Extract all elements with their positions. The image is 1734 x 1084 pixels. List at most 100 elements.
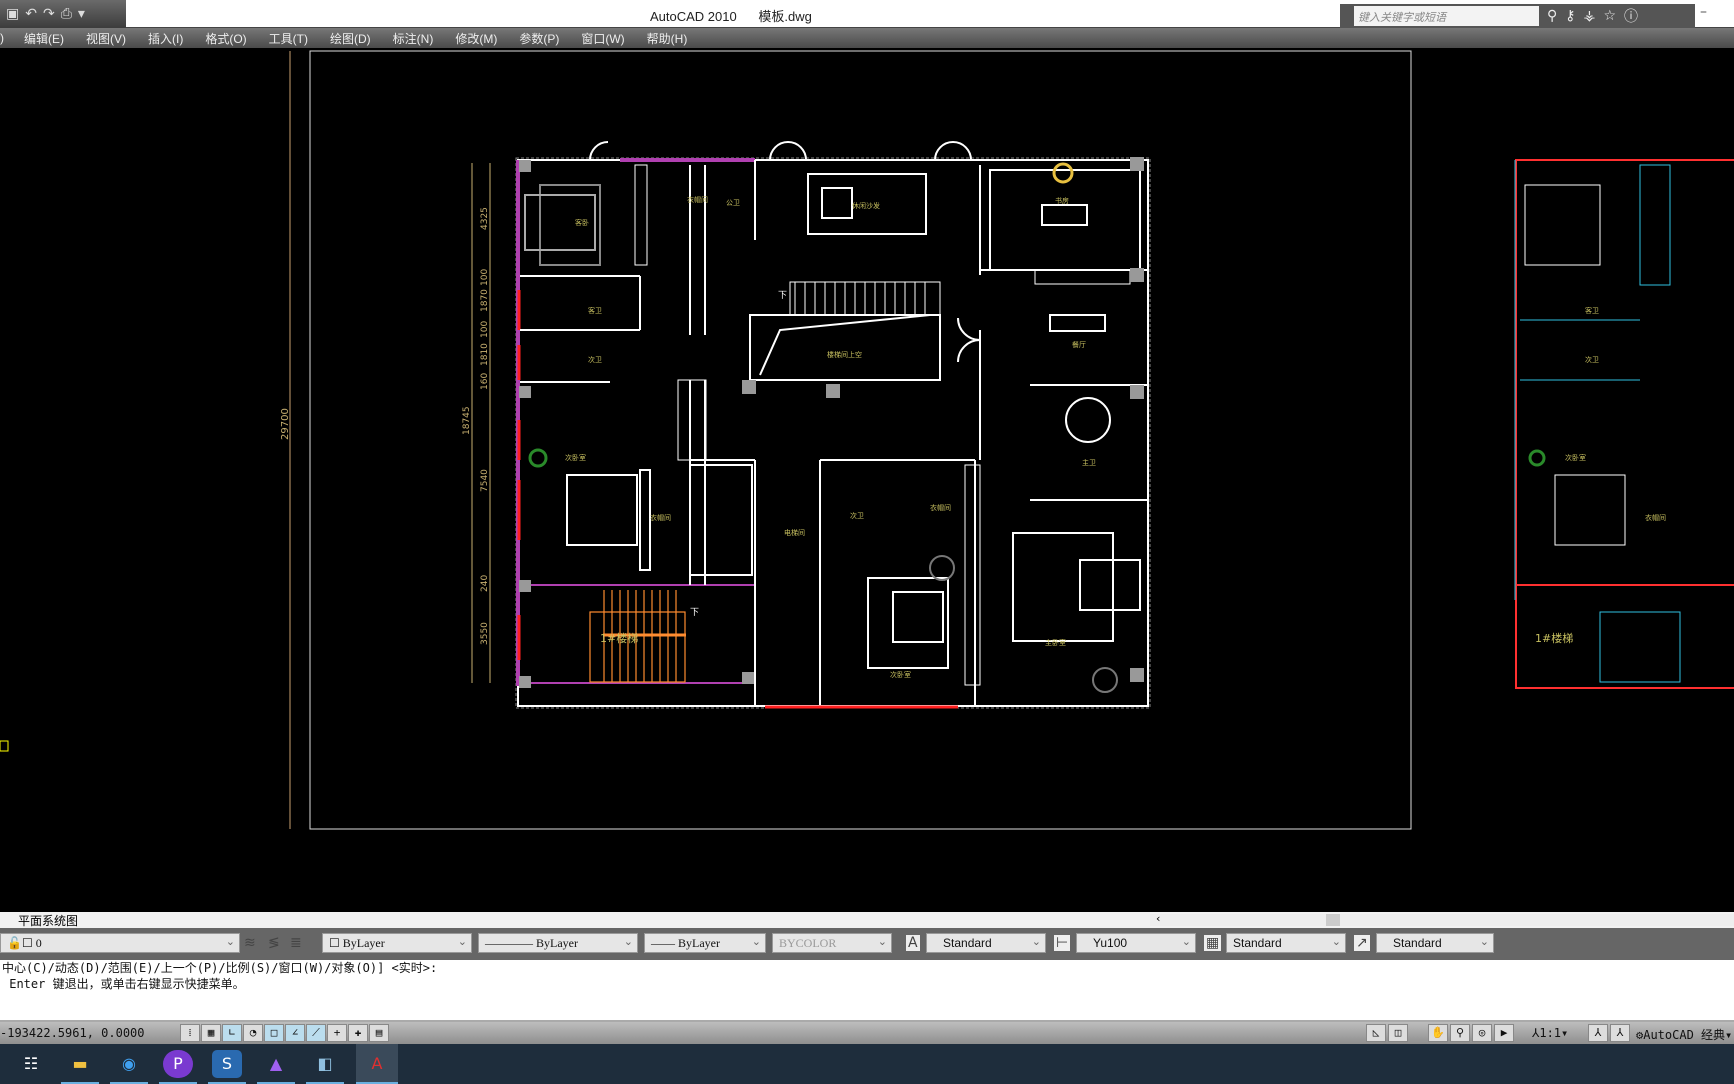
save-icon[interactable]: ▣	[6, 6, 19, 22]
text-style-icon[interactable]: A	[906, 935, 920, 951]
autocad-icon[interactable]: A	[356, 1044, 398, 1084]
text-style-value: Standard	[943, 936, 992, 950]
star-icon[interactable]: ☆	[1603, 8, 1616, 24]
binoculars-icon[interactable]: ⚲	[1547, 8, 1557, 24]
room-label-stair-2: 1#楼梯	[1535, 631, 1573, 645]
title-bar: ▣ ↶ ↷ ⎙ ▾ AutoCAD 2010 模板.dwg 键入关键字或短语 ⚲…	[0, 0, 1734, 28]
file-explorer-icon[interactable]: ▬	[61, 1050, 99, 1084]
otrack-toggle[interactable]: ∠	[285, 1024, 305, 1042]
polar-toggle[interactable]: ◔	[243, 1024, 263, 1042]
dim-style-dropdown[interactable]: Yu100 ⌄	[1076, 933, 1196, 953]
p-app-icon[interactable]: P	[159, 1050, 197, 1084]
menu-format[interactable]: 格式(O)	[205, 30, 246, 47]
plot-icon[interactable]: ⎙	[61, 6, 72, 22]
notes-app-icon[interactable]: ◧	[306, 1050, 344, 1084]
room-label: 次卧室	[890, 670, 911, 679]
image-app-icon[interactable]: ▲	[257, 1050, 295, 1084]
auto-scale-icon[interactable]: ⅄	[1610, 1024, 1630, 1042]
sketchup-icon[interactable]: S	[208, 1050, 246, 1084]
menu-tools[interactable]: 工具(T)	[269, 30, 308, 47]
linetype-value: ByLayer	[536, 936, 578, 950]
layout-icon[interactable]: ◫	[1388, 1024, 1408, 1042]
menu-edit[interactable]: 编辑(E)	[24, 30, 64, 47]
workspace-switch[interactable]: ⚙AutoCAD 经典▾	[1636, 1026, 1732, 1043]
dim-style-icon[interactable]: ⊢	[1054, 935, 1071, 951]
annotation-visibility-icon[interactable]: ⅄	[1588, 1024, 1608, 1042]
command-history-line: 中心(C)/动态(D)/范围(E)/上一个(P)/比例(S)/窗口(W)/对象(…	[2, 961, 438, 975]
room-label: 休闲沙发	[852, 201, 880, 210]
properties-toolbar: 🔓☐ 0 ⌄ ≋ ≶ ≣ ☐ ByLayer ⌄ ———— ByLayer ⌄ —— …	[0, 928, 1734, 960]
menu-modify[interactable]: 修改(M)	[455, 30, 497, 47]
menu-window[interactable]: 窗口(W)	[581, 30, 624, 47]
table-style-dropdown[interactable]: Standard ⌄	[1226, 933, 1346, 953]
linetype-dropdown[interactable]: ———— ByLayer ⌄	[478, 933, 638, 953]
room-label: 主卧室	[1045, 638, 1066, 647]
customize-icon[interactable]: ▾	[78, 6, 85, 22]
text-style-dropdown[interactable]: Standard ⌄	[926, 933, 1046, 953]
snap-toggle[interactable]: ⁞	[180, 1024, 200, 1042]
color-dropdown[interactable]: ☐ ByLayer ⌄	[322, 933, 472, 953]
quick-access-toolbar: ▣ ↶ ↷ ⎙ ▾	[0, 0, 126, 28]
dimension-overall: 29700	[280, 408, 291, 440]
redo-icon[interactable]: ↷	[43, 6, 55, 22]
paper-border	[309, 50, 1412, 830]
mleader-style-icon[interactable]: ↗	[1354, 935, 1370, 951]
browser-icon[interactable]: ◉	[110, 1050, 148, 1084]
key-icon[interactable]: ⚷	[1565, 8, 1575, 24]
satellite-icon[interactable]: ⚶	[1584, 8, 1596, 24]
showmotion-icon[interactable]: ▶	[1494, 1024, 1514, 1042]
make-current-icon[interactable]: ≶	[268, 935, 280, 951]
model-icon[interactable]: ◺	[1366, 1024, 1386, 1042]
menu-view[interactable]: 视图(V)	[86, 30, 126, 47]
room-label: 客卧	[575, 218, 589, 227]
undo-icon[interactable]: ↶	[25, 6, 37, 22]
ucs-marker	[0, 740, 9, 752]
drawing-canvas[interactable]: 29700 4325 100 1870 100 1810 160 7540 24…	[0, 48, 1734, 912]
dim-1870: 1870	[480, 289, 490, 312]
table-style-icon[interactable]: ▦	[1204, 935, 1222, 951]
window-title: AutoCAD 2010 模板.dwg	[650, 6, 812, 25]
ducs-toggle[interactable]: ⟋	[306, 1024, 326, 1042]
lineweight-toggle[interactable]: ✚	[348, 1024, 368, 1042]
menu-help[interactable]: 帮助(H)	[647, 30, 688, 47]
menu-dimension[interactable]: 标注(N)	[393, 30, 434, 47]
annotation-scale[interactable]: ⅄1:1▾	[1532, 1026, 1568, 1040]
menu-parametric[interactable]: 参数(P)	[519, 30, 559, 47]
menu-draw[interactable]: 绘图(D)	[330, 30, 371, 47]
ortho-toggle[interactable]: ∟	[222, 1024, 242, 1042]
dim-7540: 7540	[480, 469, 490, 492]
steering-wheel-icon[interactable]: ◎	[1472, 1024, 1492, 1042]
layer-previous-icon[interactable]: ≣	[290, 935, 302, 951]
dyn-toggle[interactable]: +	[327, 1024, 347, 1042]
grid-toggle[interactable]: ▦	[201, 1024, 221, 1042]
menu-insert[interactable]: 插入(I)	[148, 30, 183, 47]
scroll-thumb[interactable]	[1326, 914, 1340, 926]
room-label: 衣帽间	[650, 513, 671, 522]
dim-style-value: Yu100	[1093, 936, 1128, 950]
plotstyle-dropdown[interactable]: BYCOLOR ⌄	[772, 933, 892, 953]
search-input[interactable]: 键入关键字或短语	[1354, 6, 1539, 26]
layer-state-icon[interactable]: ≋	[244, 935, 256, 951]
zoom-icon[interactable]: ⚲	[1450, 1024, 1470, 1042]
room-label: 客卫	[588, 306, 602, 315]
room-label-second-bed-2: 次卧室	[1565, 453, 1586, 462]
command-input[interactable]	[0, 992, 1734, 1008]
help-icon[interactable]: ⓘ	[1624, 6, 1638, 26]
coordinates-readout: -193422.5961, 0.0000	[0, 1026, 145, 1040]
room-label: 次卫	[850, 511, 864, 520]
room-label: 餐厅	[1072, 340, 1086, 349]
pan-icon[interactable]: ✋	[1428, 1024, 1448, 1042]
scroll-left-icon[interactable]: ‹	[1156, 912, 1160, 925]
lineweight-dropdown[interactable]: —— ByLayer ⌄	[644, 933, 766, 953]
quick-properties-toggle[interactable]: ▤	[369, 1024, 389, 1042]
mleader-style-dropdown[interactable]: Standard ⌄	[1376, 933, 1494, 953]
dim-240: 240	[480, 575, 490, 592]
task-view-icon[interactable]: ☷	[16, 1050, 46, 1078]
layer-dropdown[interactable]: 🔓☐ 0 ⌄	[0, 933, 240, 953]
osnap-toggle[interactable]: □	[264, 1024, 284, 1042]
minimize-button[interactable]: –	[1700, 4, 1707, 20]
dim-3550: 3550	[480, 622, 490, 645]
room-label: 楼梯间上空	[827, 350, 862, 359]
horizontal-scrollbar[interactable]: ‹	[1150, 912, 1734, 926]
command-line[interactable]: 中心(C)/动态(D)/范围(E)/上一个(P)/比例(S)/窗口(W)/对象(…	[0, 960, 1734, 1022]
